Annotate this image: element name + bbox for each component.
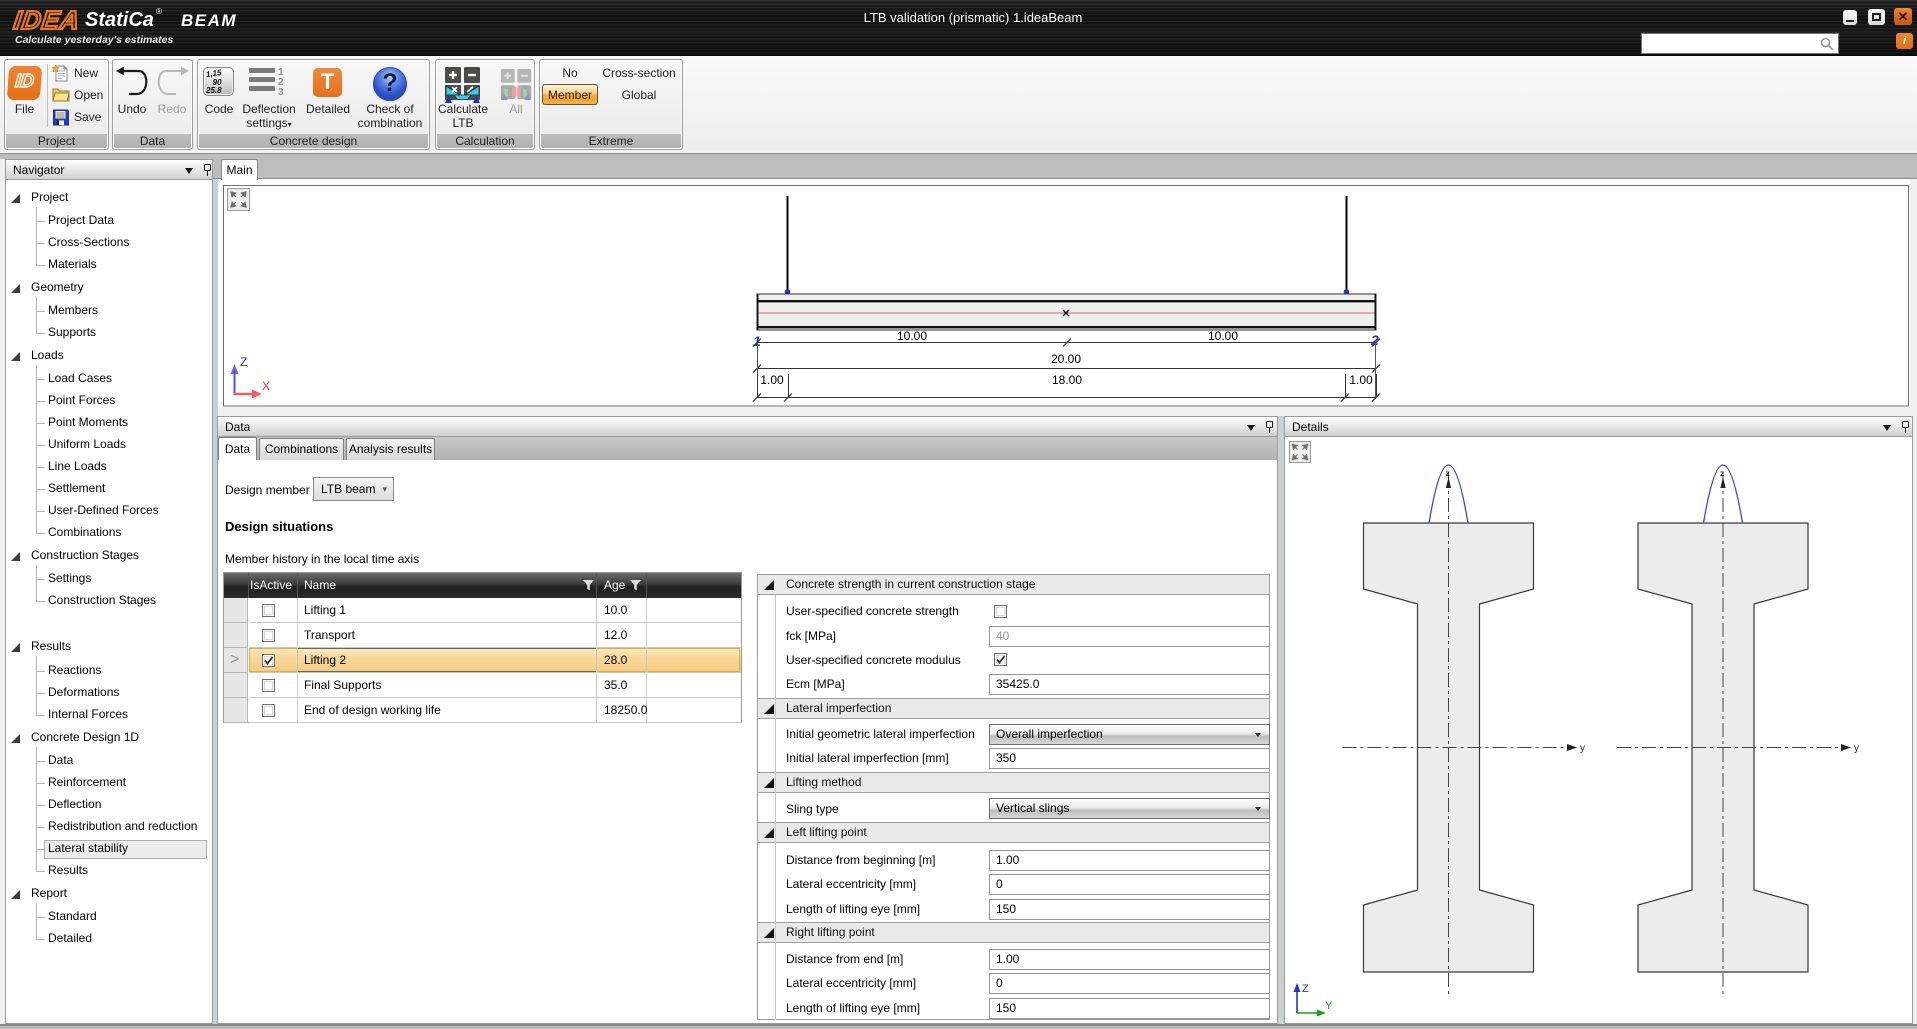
svg-text:X: X xyxy=(262,379,270,393)
svg-text:1.00: 1.00 xyxy=(1349,373,1373,387)
svg-text:20.00: 20.00 xyxy=(1051,352,1081,366)
svg-text:z: z xyxy=(1446,468,1450,478)
svg-text:3: 3 xyxy=(278,87,284,98)
svg-text:z: z xyxy=(1720,468,1724,478)
svg-text:18.00: 18.00 xyxy=(1052,373,1082,387)
svg-text:y: y xyxy=(1854,743,1859,754)
svg-text:Z: Z xyxy=(240,355,247,369)
svg-text:Y: Y xyxy=(1325,1000,1333,1012)
svg-text:1.00: 1.00 xyxy=(760,373,784,387)
svg-text:y: y xyxy=(1580,743,1585,754)
svg-text:2: 2 xyxy=(1370,332,1379,348)
svg-text:Z: Z xyxy=(1302,983,1309,995)
svg-text:10.00: 10.00 xyxy=(1208,329,1238,343)
svg-text:10.00: 10.00 xyxy=(897,329,927,343)
